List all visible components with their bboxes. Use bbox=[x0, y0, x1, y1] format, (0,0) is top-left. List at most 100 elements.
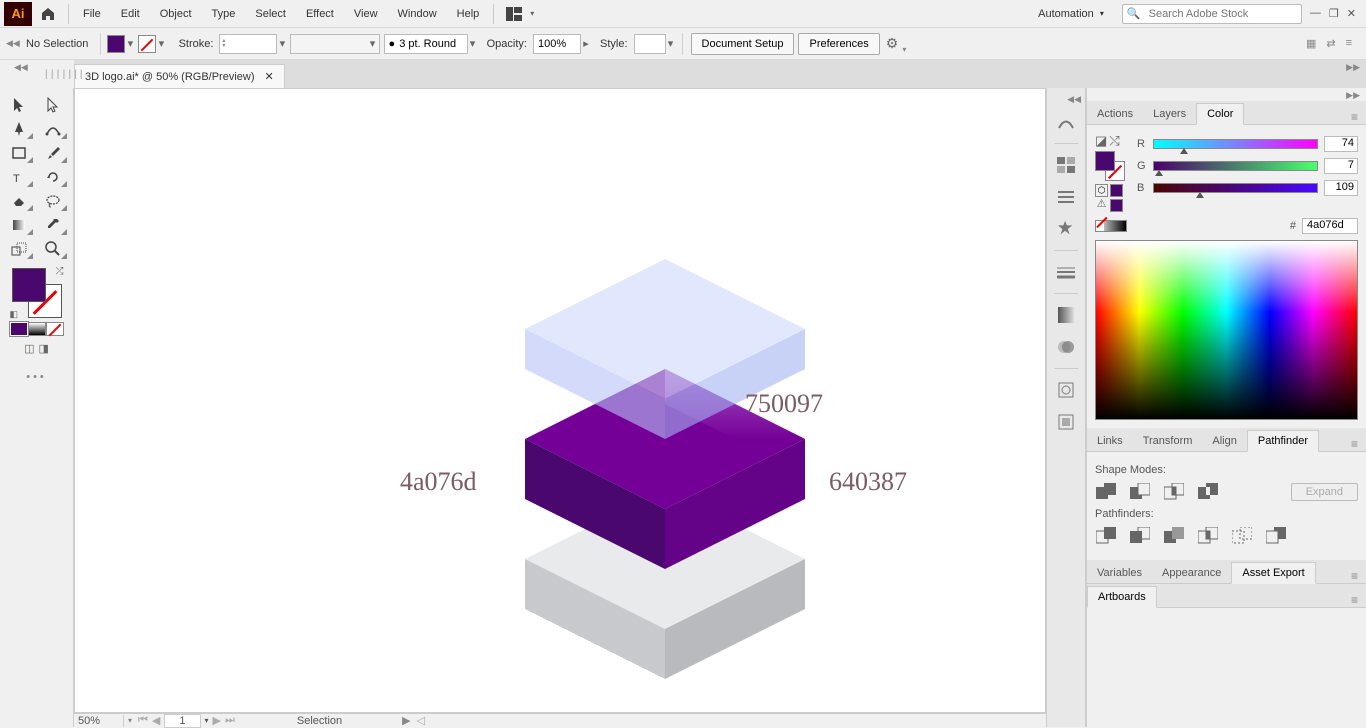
illustrator-logo-icon[interactable]: Ai bbox=[4, 2, 32, 26]
swap-indicator-icon[interactable]: ⤭ bbox=[1109, 133, 1119, 149]
global-icon[interactable]: ⬡ bbox=[1095, 184, 1108, 197]
fill-stroke-control[interactable]: ⤮ ◧ bbox=[12, 268, 62, 318]
collapse-left-icon[interactable]: ◀◀ bbox=[6, 38, 20, 49]
search-box[interactable]: 🔍 bbox=[1122, 4, 1302, 24]
panel-gradient-icon[interactable] bbox=[1052, 302, 1080, 328]
g-value[interactable]: 7 bbox=[1324, 158, 1358, 174]
menu-file[interactable]: File bbox=[73, 0, 111, 28]
trim-icon[interactable] bbox=[1129, 526, 1151, 546]
next-artboard-icon[interactable]: ▶ bbox=[211, 714, 223, 727]
fill-preview[interactable] bbox=[1095, 151, 1115, 171]
tab-appearance[interactable]: Appearance bbox=[1152, 563, 1231, 583]
fill-dropdown-icon[interactable]: ▾ bbox=[125, 37, 135, 50]
divide-icon[interactable] bbox=[1095, 526, 1117, 546]
warning-icon[interactable]: ⚠ bbox=[1095, 199, 1108, 212]
tab-close-icon[interactable]: ✕ bbox=[265, 70, 274, 83]
artboards-panel-menu-icon[interactable]: ≡ bbox=[1343, 593, 1366, 607]
menu-object[interactable]: Object bbox=[150, 0, 202, 28]
gradient-mode-icon[interactable] bbox=[28, 322, 46, 336]
settings-flyout-icon[interactable]: ⚙ bbox=[882, 35, 903, 52]
gradient-tool-icon[interactable] bbox=[4, 214, 34, 236]
menu-help[interactable]: Help bbox=[447, 0, 490, 28]
tab-pathfinder[interactable]: Pathfinder bbox=[1247, 430, 1319, 452]
r-slider[interactable] bbox=[1153, 139, 1318, 149]
draw-behind-icon[interactable]: ◨ bbox=[39, 342, 49, 355]
fill-box-icon[interactable] bbox=[12, 268, 46, 302]
crop-icon[interactable] bbox=[1197, 526, 1219, 546]
tab-layers[interactable]: Layers bbox=[1143, 104, 1196, 124]
scale-tool-icon[interactable] bbox=[4, 238, 34, 260]
search-input[interactable] bbox=[1145, 8, 1301, 20]
fill-indicator-icon[interactable]: ◪ bbox=[1095, 133, 1107, 149]
b-value[interactable]: 109 bbox=[1324, 180, 1358, 196]
close-icon[interactable]: ✕ bbox=[1347, 7, 1356, 20]
g-slider[interactable] bbox=[1153, 161, 1318, 171]
paintbrush-tool-icon[interactable] bbox=[38, 142, 68, 164]
minus-front-icon[interactable] bbox=[1129, 482, 1151, 502]
menu-edit[interactable]: Edit bbox=[111, 0, 150, 28]
outline-icon[interactable] bbox=[1231, 526, 1253, 546]
direct-selection-tool-icon[interactable] bbox=[38, 94, 68, 116]
exclude-icon[interactable] bbox=[1197, 482, 1219, 502]
color-chip-2[interactable] bbox=[1110, 199, 1123, 212]
tab-artboards[interactable]: Artboards bbox=[1087, 586, 1157, 608]
panels-expand-icon[interactable]: ▶▶ bbox=[1346, 88, 1366, 101]
brush-dropdown-icon[interactable]: ▾ bbox=[468, 37, 478, 50]
prev-artboard-icon[interactable]: ◀ bbox=[150, 714, 162, 727]
width-profile-dropdown[interactable]: ▾ bbox=[290, 34, 380, 54]
none-mode-icon[interactable] bbox=[46, 322, 64, 336]
pathfinder-panel-menu-icon[interactable]: ≡ bbox=[1343, 437, 1366, 451]
selection-tool-icon[interactable] bbox=[4, 94, 34, 116]
align-icon[interactable]: ▦ bbox=[1306, 37, 1316, 50]
status-flyout-icon[interactable]: ▶ bbox=[402, 714, 410, 727]
artboard[interactable]: 750097 4a076d 640387 bbox=[215, 149, 915, 699]
menu-view[interactable]: View bbox=[344, 0, 388, 28]
color-chip-1[interactable] bbox=[1110, 184, 1123, 197]
tools-collapse-icon[interactable]: ◀◀ bbox=[14, 62, 28, 73]
draw-normal-icon[interactable]: ◫ bbox=[24, 342, 34, 355]
pen-tool-icon[interactable] bbox=[4, 118, 34, 140]
scroll-left-icon[interactable]: ◁ bbox=[417, 714, 425, 727]
panel-stroke-icon[interactable] bbox=[1052, 259, 1080, 285]
panel-symbols-icon[interactable] bbox=[1052, 216, 1080, 242]
type-tool-icon[interactable]: T bbox=[4, 166, 34, 188]
spectrum-mini-icon[interactable] bbox=[1095, 220, 1127, 232]
preferences-button[interactable]: Preferences bbox=[798, 33, 879, 55]
stroke-dropdown-icon[interactable]: ▾ bbox=[156, 37, 166, 50]
maximize-icon[interactable]: ❐ bbox=[1329, 7, 1339, 20]
curvature-tool-icon[interactable] bbox=[38, 118, 68, 140]
default-fillstroke-icon[interactable]: ◧ bbox=[10, 309, 19, 320]
menu-effect[interactable]: Effect bbox=[296, 0, 344, 28]
b-slider[interactable] bbox=[1153, 183, 1318, 193]
unite-icon[interactable] bbox=[1095, 482, 1117, 502]
menu-window[interactable]: Window bbox=[388, 0, 447, 28]
tab-asset-export[interactable]: Asset Export bbox=[1231, 562, 1315, 584]
tab-transform[interactable]: Transform bbox=[1133, 431, 1203, 451]
tab-variables[interactable]: Variables bbox=[1087, 563, 1152, 583]
first-artboard-icon[interactable]: ⏮ bbox=[136, 714, 150, 727]
merge-icon[interactable] bbox=[1163, 526, 1185, 546]
tab-align[interactable]: Align bbox=[1202, 431, 1246, 451]
artboard-number[interactable]: 1 bbox=[164, 714, 200, 728]
transform-icon[interactable]: ⇄ bbox=[1326, 37, 1335, 50]
opacity-input[interactable]: 100% bbox=[533, 34, 581, 54]
color-spectrum[interactable] bbox=[1095, 240, 1358, 420]
document-tab[interactable]: 3D logo.ai* @ 50% (RGB/Preview) ✕ bbox=[74, 64, 285, 88]
opacity-dropdown-icon[interactable]: ▸ bbox=[581, 37, 591, 50]
expand-button[interactable]: Expand bbox=[1291, 483, 1358, 501]
tab-links[interactable]: Links bbox=[1087, 431, 1133, 451]
panel-swatches-icon[interactable] bbox=[1052, 152, 1080, 178]
asset-panel-menu-icon[interactable]: ≡ bbox=[1343, 569, 1366, 583]
layout-switcher-icon[interactable] bbox=[504, 6, 524, 22]
eraser-tool-icon[interactable] bbox=[4, 190, 34, 212]
last-artboard-icon[interactable]: ⏭ bbox=[223, 714, 237, 727]
stroke-swatch[interactable] bbox=[138, 35, 156, 53]
style-dropdown[interactable] bbox=[634, 34, 666, 54]
menu-select[interactable]: Select bbox=[245, 0, 296, 28]
minus-back-icon[interactable] bbox=[1265, 526, 1287, 546]
zoom-tool-icon[interactable] bbox=[38, 238, 68, 260]
fill-swatch[interactable] bbox=[107, 35, 125, 53]
style-dropdown-icon[interactable]: ▾ bbox=[666, 37, 676, 50]
panel-brushes-icon[interactable] bbox=[1052, 184, 1080, 210]
document-setup-button[interactable]: Document Setup bbox=[691, 33, 795, 55]
